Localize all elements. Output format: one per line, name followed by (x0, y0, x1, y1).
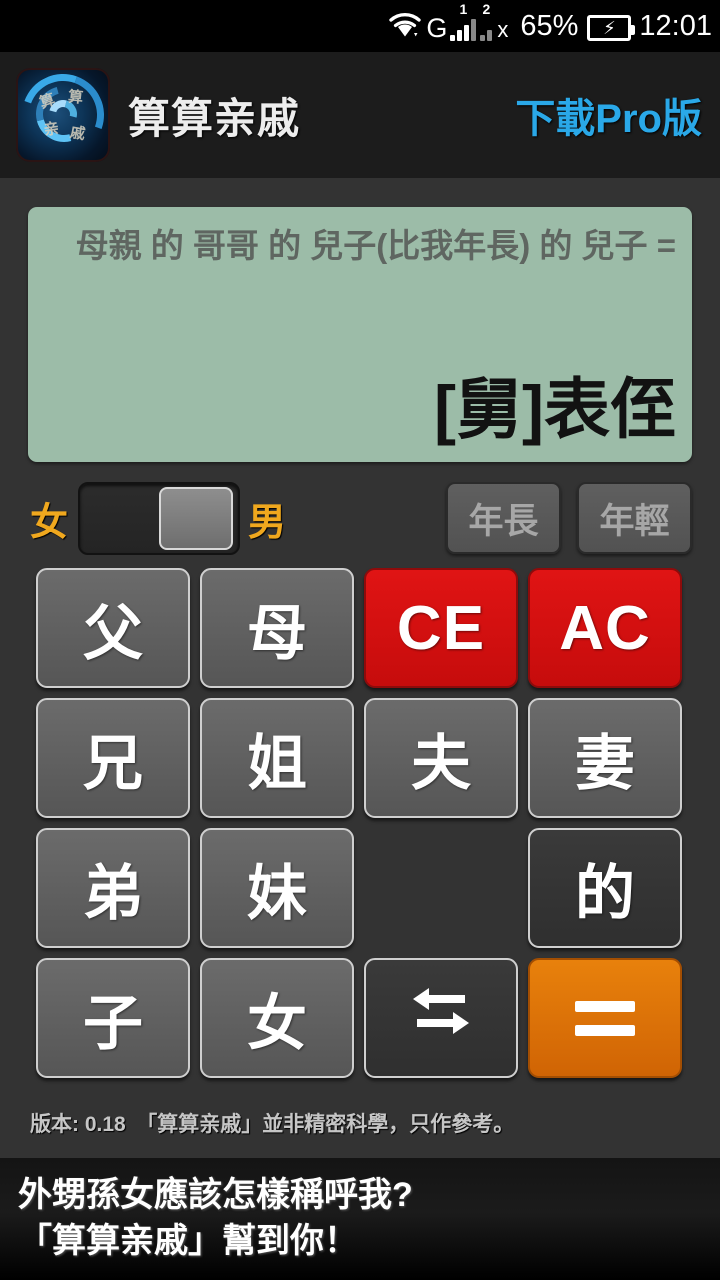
sim2-signal-icon: 2 (480, 2, 493, 41)
keypad: 父 母 CE AC 兄 姐 夫 妻 弟 妹 的 子 女 (36, 568, 684, 1078)
page-title: 算算亲戚 (128, 94, 301, 142)
sim2-number: 2 (482, 1, 491, 17)
sim1-number: 1 (459, 1, 468, 17)
key-blank (364, 828, 518, 948)
main-content: 母親 的 哥哥 的 兒子(比我年長) 的 兒子 = [舅]表侄 女 男 年長 年… (0, 178, 720, 1136)
clock-label: 12:01 (639, 10, 712, 42)
sim2-no-service-icon: x (497, 17, 509, 42)
key-daughter[interactable]: 女 (200, 958, 354, 1078)
key-father[interactable]: 父 (36, 568, 190, 688)
control-row: 女 男 年長 年輕 (0, 478, 720, 558)
gender-male-label: 男 (248, 501, 287, 544)
key-clear-entry[interactable]: CE (364, 568, 518, 688)
key-wife[interactable]: 妻 (528, 698, 682, 818)
version-note: 版本: 0.18 「算算亲戚」並非精密科學，只作參考。 (30, 1113, 515, 1136)
gender-toggle[interactable] (78, 481, 241, 555)
sim1-signal-icon: 1 (450, 2, 477, 41)
wifi-icon (388, 11, 422, 41)
expression-text: 母親 的 哥哥 的 兒子(比我年長) 的 兒子 = (75, 227, 676, 264)
banner-line-1: 外甥孫女應該怎樣稱呼我? (18, 1176, 413, 1214)
battery-percent-label: 65% (520, 10, 579, 42)
key-son[interactable]: 子 (36, 958, 190, 1078)
key-swap[interactable] (364, 958, 518, 1078)
key-mother[interactable]: 母 (200, 568, 354, 688)
app-screen: G 1 2 x 65% ⚡ 12:01 算 算 亲 戚 算算亲戚 下載Pro版 … (0, 0, 720, 1280)
key-husband[interactable]: 夫 (364, 698, 518, 818)
result-text: [舅]表侄 (434, 372, 676, 446)
network-type-label: G (426, 13, 447, 43)
sim1-bars (450, 17, 477, 41)
swap-arrows-icon (403, 980, 479, 1056)
battery-charging-icon: ⚡ (587, 15, 636, 41)
status-icons: G 1 2 x 65% ⚡ 12:01 (388, 2, 712, 43)
key-possessive[interactable]: 的 (528, 828, 682, 948)
calculator-display: 母親 的 哥哥 的 兒子(比我年長) 的 兒子 = [舅]表侄 (28, 207, 692, 462)
key-elder-sister[interactable]: 姐 (200, 698, 354, 818)
download-pro-link[interactable]: 下載Pro版 (515, 86, 702, 144)
key-younger-brother[interactable]: 弟 (36, 828, 190, 948)
key-elder-brother[interactable]: 兄 (36, 698, 190, 818)
status-bar: G 1 2 x 65% ⚡ 12:01 (0, 0, 720, 52)
title-bar: 算算亲戚 算算亲戚 下載Pro版 (0, 52, 720, 178)
sim2-bars (480, 17, 493, 41)
gender-toggle-thumb[interactable] (159, 486, 234, 550)
app-icon: 算算亲戚 (16, 68, 110, 162)
banner-line-2: 「算算亲戚」幫到你！ (18, 1222, 358, 1260)
key-equals[interactable] (528, 958, 682, 1078)
gender-female-label: 女 (30, 501, 69, 544)
age-elder-button[interactable]: 年長 (446, 482, 561, 554)
key-all-clear[interactable]: AC (528, 568, 682, 688)
key-younger-sister[interactable]: 妹 (200, 828, 354, 948)
ad-banner[interactable]: 外甥孫女應該怎樣稱呼我? 「算算亲戚」幫到你！ (0, 1158, 720, 1280)
age-younger-button[interactable]: 年輕 (577, 482, 692, 554)
equals-icon (575, 1000, 635, 1036)
